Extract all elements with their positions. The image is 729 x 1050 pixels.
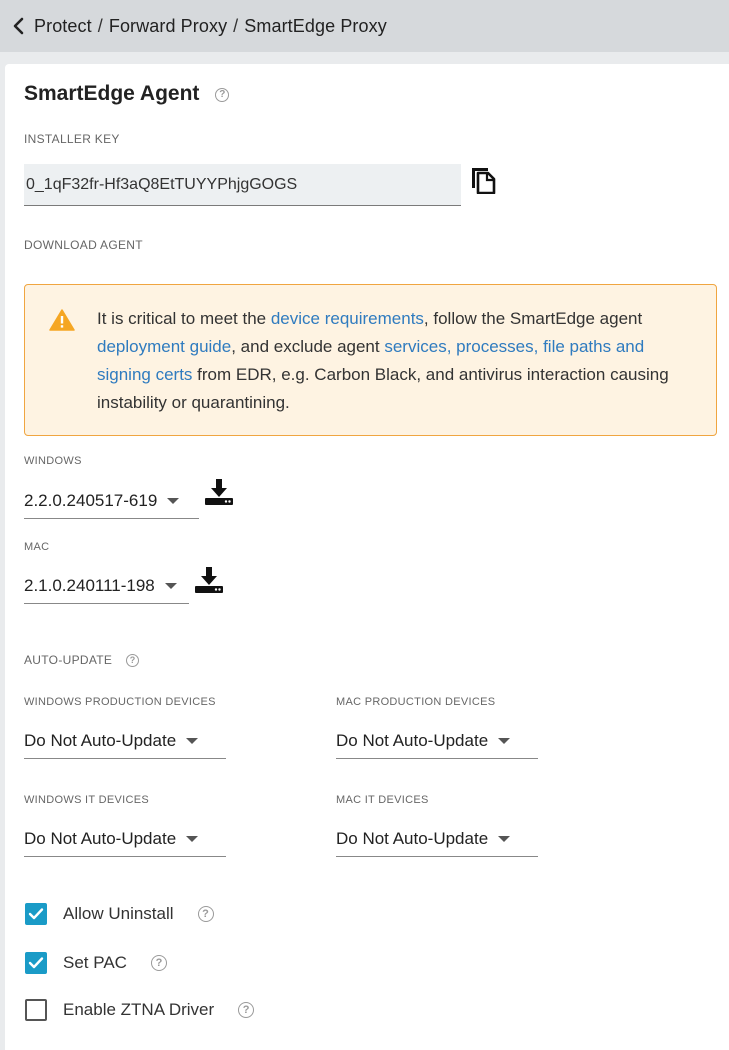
chevron-down-icon (167, 498, 180, 504)
enable-ztna-row: Enable ZTNA Driver ? (25, 999, 255, 1021)
warning-text-part: It is critical to meet the (97, 309, 271, 328)
breadcrumb-bar: Protect / Forward Proxy / SmartEdge Proxy (0, 0, 729, 52)
download-agent-label: DOWNLOAD AGENT (24, 238, 143, 252)
deployment-guide-link[interactable]: deployment guide (97, 337, 231, 356)
set-pac-checkbox[interactable] (25, 952, 47, 974)
allow-uninstall-label: Allow Uninstall (63, 904, 174, 923)
help-icon[interactable]: ? (197, 906, 214, 922)
breadcrumb-separator: / (233, 15, 239, 36)
help-icon[interactable]: ? (215, 88, 230, 102)
enable-ztna-checkbox[interactable] (25, 999, 47, 1021)
help-icon[interactable]: ? (238, 1002, 255, 1018)
chevron-down-icon (164, 583, 177, 589)
windows-it-value: Do Not Auto-Update (24, 829, 177, 848)
auto-update-label: AUTO-UPDATE ? (24, 653, 140, 667)
breadcrumb-separator: / (97, 15, 103, 36)
mac-version-value: 2.1.0.240111-198 (24, 576, 155, 595)
allow-uninstall-row: Allow Uninstall ? (25, 903, 214, 925)
windows-label: WINDOWS (24, 455, 82, 467)
installer-key-value: 0_1qF32fr-Hf3aQ8EtTUYYPhjgGOGS (26, 175, 298, 193)
set-pac-row: Set PAC ? (25, 952, 167, 974)
mac-it-select[interactable]: Do Not Auto-Update (336, 822, 538, 857)
installer-key-field[interactable]: 0_1qF32fr-Hf3aQ8EtTUYYPhjgGOGS (24, 164, 461, 206)
breadcrumb: Protect / Forward Proxy / SmartEdge Proxy (34, 16, 387, 37)
breadcrumb-item-smartedge-proxy: SmartEdge Proxy (244, 15, 387, 36)
chevron-down-icon (498, 738, 511, 744)
chevron-down-icon (498, 836, 511, 842)
mac-it-value: Do Not Auto-Update (336, 829, 489, 848)
warning-text-part: , follow the SmartEdge agent (423, 309, 643, 328)
mac-production-label: MAC PRODUCTION DEVICES (336, 696, 496, 708)
mac-label: MAC (24, 541, 50, 553)
windows-version-select[interactable]: 2.2.0.240517-619 (24, 484, 199, 519)
warning-icon (49, 309, 75, 331)
agent-card: SmartEdge Agent ? INSTALLER KEY 0_1qF32f… (5, 64, 729, 1050)
windows-production-select[interactable]: Do Not Auto-Update (24, 724, 226, 759)
breadcrumb-item-protect[interactable]: Protect (34, 16, 92, 36)
warning-text-part: , and exclude agent (231, 337, 385, 356)
windows-production-label: WINDOWS PRODUCTION DEVICES (24, 696, 216, 708)
help-icon[interactable]: ? (126, 653, 140, 667)
set-pac-label: Set PAC (63, 953, 127, 972)
chevron-left-icon[interactable] (8, 16, 28, 36)
allow-uninstall-checkbox[interactable] (25, 903, 47, 925)
mac-production-value: Do Not Auto-Update (336, 731, 489, 750)
mac-version-select[interactable]: 2.1.0.240111-198 (24, 569, 189, 604)
page-title-text: SmartEdge Agent (24, 82, 200, 105)
device-requirements-link[interactable]: device requirements (271, 309, 424, 328)
help-icon[interactable]: ? (150, 955, 167, 971)
windows-it-select[interactable]: Do Not Auto-Update (24, 822, 226, 857)
enable-ztna-label: Enable ZTNA Driver (63, 1000, 215, 1019)
windows-it-label: WINDOWS IT DEVICES (24, 794, 149, 806)
mac-it-label: MAC IT DEVICES (336, 794, 429, 806)
warning-banner: It is critical to meet the device requir… (24, 284, 717, 436)
windows-download-icon[interactable] (204, 478, 234, 506)
chevron-down-icon (186, 836, 199, 842)
windows-production-value: Do Not Auto-Update (24, 731, 177, 750)
auto-update-label-text: AUTO-UPDATE (24, 653, 113, 667)
breadcrumb-item-forward-proxy[interactable]: Forward Proxy (109, 16, 227, 36)
page-title: SmartEdge Agent ? (24, 82, 230, 106)
copy-icon[interactable] (470, 164, 496, 195)
warning-text: It is critical to meet the device requir… (97, 305, 697, 417)
mac-download-icon[interactable] (194, 566, 224, 594)
installer-key-label: INSTALLER KEY (24, 132, 120, 146)
page: Protect / Forward Proxy / SmartEdge Proxy Sm… (0, 0, 729, 1050)
chevron-down-icon (186, 738, 199, 744)
mac-production-select[interactable]: Do Not Auto-Update (336, 724, 538, 759)
windows-version-value: 2.2.0.240517-619 (24, 491, 158, 510)
